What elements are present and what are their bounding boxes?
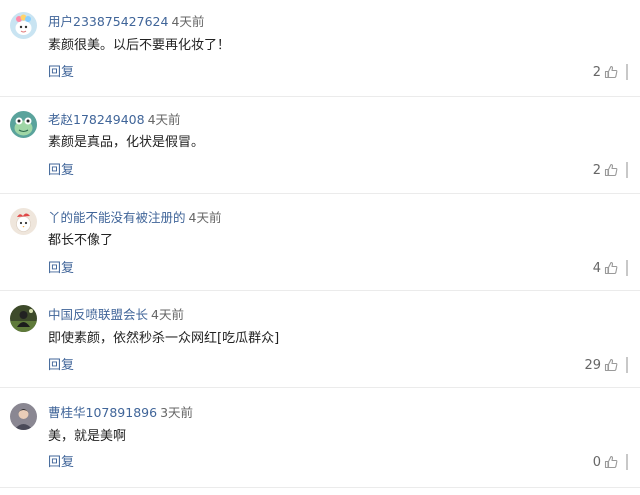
flower-cartoon-avatar-icon[interactable] [10,12,37,39]
username-link[interactable]: 丫的能不能没有被注册的 [48,210,186,225]
username-link[interactable]: 用户233875427624 [48,14,168,29]
comment-text: 美，就是美啊 [48,429,127,444]
reply-button[interactable]: 回复 [48,358,74,374]
comment-text: 即使素颜，依然秒杀一众网红[吃瓜群众] [48,331,280,346]
comment-meta: 曹桂华107891896 3天前 [48,405,193,421]
reply-button[interactable]: 回复 [48,65,74,81]
username-link[interactable]: 中国反喷联盟会长 [48,307,148,322]
username-link[interactable]: 老赵178249408 [48,112,145,127]
comment-text: 都长不像了 [48,233,114,248]
comment-item: 曹桂华107891896 3天前 美，就是美啊 回复 0 [0,388,640,488]
comment-item: 用户233875427624 4天前 素颜很美。以后不要再化妆了！ 回复 2 [0,0,640,97]
timestamp: 4天前 [151,307,184,322]
like-button[interactable]: 0 [593,453,628,471]
thumbs-up-icon [604,65,618,79]
thumbs-up-icon [604,455,618,469]
divider-bar-icon [626,357,628,373]
username-link[interactable]: 曹桂华107891896 [48,405,157,420]
comment-item: 丫的能不能没有被注册的 4天前 都长不像了 回复 4 [0,194,640,291]
comment-meta: 老赵178249408 4天前 [48,112,181,128]
comment-item: 中国反喷联盟会长 4天前 即使素颜，依然秒杀一众网红[吃瓜群众] 回复 29 [0,291,640,388]
reply-button[interactable]: 回复 [48,261,74,277]
like-button[interactable]: 2 [593,63,628,81]
thumbs-up-icon [604,358,618,372]
timestamp: 4天前 [147,112,181,127]
divider-bar-icon [626,162,628,178]
like-count: 2 [592,162,601,178]
comment-meta: 丫的能不能没有被注册的 4天前 [48,210,221,226]
reply-button[interactable]: 回复 [48,163,74,179]
portrait-avatar-icon[interactable] [10,403,37,430]
timestamp: 4天前 [171,14,205,29]
frog-cartoon-avatar-icon[interactable] [10,111,37,138]
like-button[interactable]: 29 [584,356,628,374]
thumbs-up-icon [604,261,618,275]
like-button[interactable]: 4 [593,259,628,277]
comment-text: 素颜很美。以后不要再化妆了！ [48,38,231,53]
timestamp: 4天前 [188,210,222,225]
like-count: 4 [592,260,601,276]
like-count: 29 [584,357,601,373]
like-count: 0 [592,454,601,470]
photo-avatar-icon[interactable] [10,305,37,332]
like-button[interactable]: 2 [593,161,628,179]
divider-bar-icon [626,64,628,80]
thumbs-up-icon [604,163,618,177]
timestamp: 3天前 [160,405,194,420]
comment-text: 素颜是真品，化状是假冒。 [48,135,205,150]
like-count: 2 [592,64,601,80]
comment-meta: 用户233875427624 4天前 [48,14,204,30]
comment-meta: 中国反喷联盟会长 4天前 [48,307,184,323]
bird-cartoon-avatar-icon[interactable] [10,208,37,235]
reply-button[interactable]: 回复 [48,455,74,471]
comment-item: 老赵178249408 4天前 素颜是真品，化状是假冒。 回复 2 [0,97,640,194]
comment-list: 用户233875427624 4天前 素颜很美。以后不要再化妆了！ 回复 2 老… [0,0,640,495]
divider-bar-icon [626,454,628,470]
divider-bar-icon [626,260,628,276]
